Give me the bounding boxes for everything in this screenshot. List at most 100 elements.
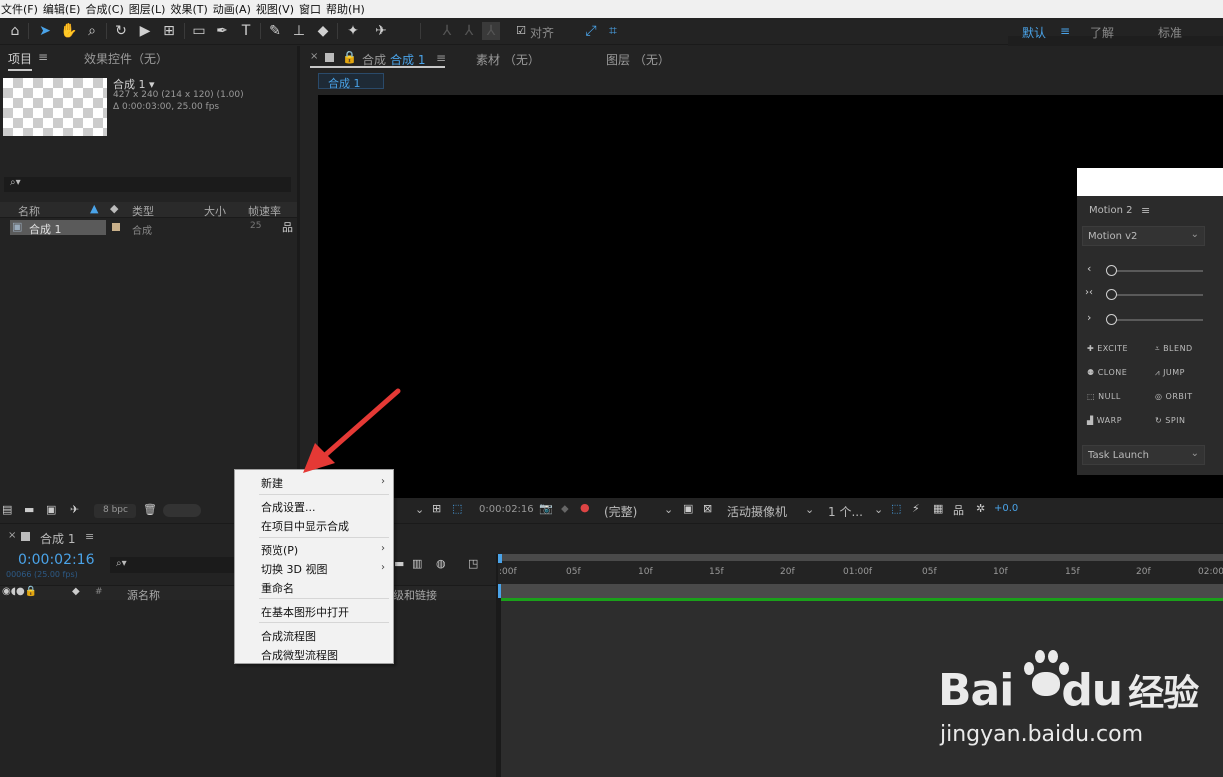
warp-button[interactable]: ▟ WARP: [1087, 416, 1122, 425]
clone-button[interactable]: ⚉ CLONE: [1087, 368, 1127, 377]
time-navigator[interactable]: [501, 584, 1223, 598]
axis-view-icon[interactable]: ⅄: [482, 22, 500, 40]
menu-view[interactable]: 视图(V): [256, 1, 294, 17]
timeline-icon[interactable]: ▦: [933, 502, 943, 515]
null-button[interactable]: ⬚ NULL: [1087, 392, 1121, 401]
composition-flowchart-icon[interactable]: ▬: [394, 557, 404, 570]
zoom-tool-icon[interactable]: ⌕: [83, 22, 101, 40]
spin-button[interactable]: ↻ SPIN: [1155, 416, 1186, 425]
home-icon[interactable]: ⌂: [6, 22, 24, 40]
viewer-subtab[interactable]: 合成 1: [328, 75, 361, 91]
region-of-interest-icon[interactable]: ▣: [683, 502, 693, 515]
views-select[interactable]: 1 个...: [828, 503, 863, 520]
label-tag-icon[interactable]: ◆: [72, 586, 80, 597]
workspace-learn[interactable]: 了解: [1090, 24, 1114, 41]
parent-link-column[interactable]: 级和链接: [393, 587, 437, 603]
snap-features-icon[interactable]: ⌗: [604, 22, 622, 40]
tab-footage[interactable]: 素材 （无）: [476, 51, 540, 68]
label-tag-icon[interactable]: ◆: [110, 202, 118, 215]
flowchart-icon[interactable]: 品: [282, 219, 293, 235]
ease-out-knob[interactable]: [1106, 314, 1117, 325]
exposure-value[interactable]: +0.0: [994, 503, 1018, 514]
axis-local-icon[interactable]: ⅄: [438, 22, 456, 40]
sort-ascending-icon[interactable]: ▲: [90, 202, 98, 215]
mask-visibility-icon[interactable]: ⬚: [452, 502, 462, 515]
menu-layer[interactable]: 图层(L): [129, 1, 166, 17]
source-name-column[interactable]: 源名称: [127, 587, 160, 603]
current-time-display[interactable]: 0:00:02:16: [18, 552, 95, 568]
column-name[interactable]: 名称: [18, 203, 40, 219]
tab-menu-icon[interactable]: ≡: [436, 51, 446, 65]
av-features-icon[interactable]: ◉◖●🔒: [2, 586, 37, 597]
project-search-input[interactable]: ⌕▾: [4, 177, 291, 192]
menu-help[interactable]: 帮助(H): [326, 1, 365, 17]
jump-button[interactable]: ⩘ JUMP: [1155, 368, 1185, 378]
puppet-pin-tool-icon[interactable]: ✈: [372, 22, 390, 40]
chevron-down-icon[interactable]: ⌄: [805, 503, 814, 516]
draft-3d-icon[interactable]: ▥: [412, 557, 422, 570]
tab-effect-controls[interactable]: 效果控件（无）: [84, 50, 168, 67]
reset-exposure-icon[interactable]: ✲: [976, 502, 985, 515]
text-tool-icon[interactable]: T: [237, 22, 255, 40]
ease-in-knob[interactable]: [1106, 265, 1117, 276]
camera-select[interactable]: 活动摄像机: [727, 503, 787, 520]
menu-window[interactable]: 窗口: [299, 1, 321, 17]
menu-composition[interactable]: 合成(C): [85, 1, 123, 17]
new-composition-icon[interactable]: ▣: [46, 503, 56, 516]
workspace-menu-icon[interactable]: ≡: [1060, 24, 1070, 38]
menu-item-new[interactable]: 新建: [261, 475, 283, 491]
blend-button[interactable]: ⩡ BLEND: [1155, 344, 1193, 354]
tab-project[interactable]: 项目: [8, 50, 33, 71]
column-type[interactable]: 类型: [132, 203, 154, 219]
hand-tool-icon[interactable]: ✋: [60, 22, 78, 40]
render-queue-icon[interactable]: ✈: [70, 503, 79, 516]
column-size[interactable]: 大小: [204, 203, 226, 219]
menu-effect[interactable]: 效果(T): [170, 1, 207, 17]
menu-item-comp-settings[interactable]: 合成设置...: [261, 499, 316, 515]
close-icon[interactable]: ×: [310, 51, 318, 62]
channel-icon[interactable]: ●: [580, 501, 590, 514]
transparency-grid-icon[interactable]: ⊠: [703, 502, 712, 515]
menu-item-open-in-essential-graphics[interactable]: 在基本图形中打开: [261, 604, 349, 620]
roto-brush-tool-icon[interactable]: ✦: [344, 22, 362, 40]
rectangle-tool-icon[interactable]: ▭: [190, 22, 208, 40]
grid-guide-icon[interactable]: ⊞: [432, 502, 441, 515]
menu-file[interactable]: 文件(F): [1, 1, 38, 17]
pen-tool-icon[interactable]: ✒: [213, 22, 231, 40]
excite-button[interactable]: ✚ EXCITE: [1087, 344, 1128, 353]
rotate-tool-icon[interactable]: ↻: [112, 22, 130, 40]
fast-previews-icon[interactable]: ⚡: [912, 502, 920, 515]
timeline-search-input[interactable]: ⌕▾: [110, 557, 236, 573]
column-fps[interactable]: 帧速率: [248, 203, 281, 219]
graph-editor-icon[interactable]: ◳: [468, 557, 478, 570]
menu-item-rename[interactable]: 重命名: [261, 580, 294, 596]
lock-icon[interactable]: 🔒: [342, 50, 357, 64]
table-row[interactable]: ▣ 合成 1 合成 25 品: [0, 219, 297, 237]
chevron-down-icon[interactable]: ⌄: [664, 503, 673, 516]
label-color-swatch[interactable]: [112, 223, 120, 231]
work-area-bar[interactable]: [498, 554, 1223, 561]
new-folder-icon[interactable]: ▬: [24, 503, 34, 516]
viewer-timecode[interactable]: 0:00:02:16: [479, 504, 534, 515]
snap-edges-icon[interactable]: ⤢: [582, 22, 600, 40]
selection-tool-icon[interactable]: ➤: [36, 22, 54, 40]
ease-in-slider[interactable]: [1111, 270, 1203, 272]
time-ruler[interactable]: :00f 05f 10f 15f 20f 01:00f 05f 10f 15f …: [498, 554, 1223, 584]
timeline-tab[interactable]: 合成 1: [40, 530, 75, 547]
task-launch-select[interactable]: Task Launch ⌄: [1082, 445, 1205, 465]
interpret-footage-icon[interactable]: ▤: [2, 503, 12, 516]
snapping-checkbox[interactable]: ☑: [512, 22, 530, 40]
menu-item-preview[interactable]: 预览(P): [261, 542, 298, 558]
show-snapshot-icon[interactable]: ⬥: [561, 502, 569, 516]
ease-both-knob[interactable]: [1106, 289, 1117, 300]
ease-both-slider[interactable]: [1111, 294, 1203, 296]
menu-item-comp-flowchart[interactable]: 合成流程图: [261, 628, 316, 644]
workspace-default[interactable]: 默认: [1022, 24, 1046, 41]
chevron-down-icon[interactable]: ⌄: [874, 503, 883, 516]
eraser-tool-icon[interactable]: ◆: [314, 22, 332, 40]
motion-blur-icon[interactable]: ◍: [436, 557, 446, 570]
menu-item-comp-mini-flowchart[interactable]: 合成微型流程图: [261, 647, 338, 663]
panel-menu-icon[interactable]: ≡: [1141, 204, 1150, 217]
ease-out-slider[interactable]: [1111, 319, 1203, 321]
orbit-button[interactable]: ◎ ORBIT: [1155, 392, 1193, 401]
